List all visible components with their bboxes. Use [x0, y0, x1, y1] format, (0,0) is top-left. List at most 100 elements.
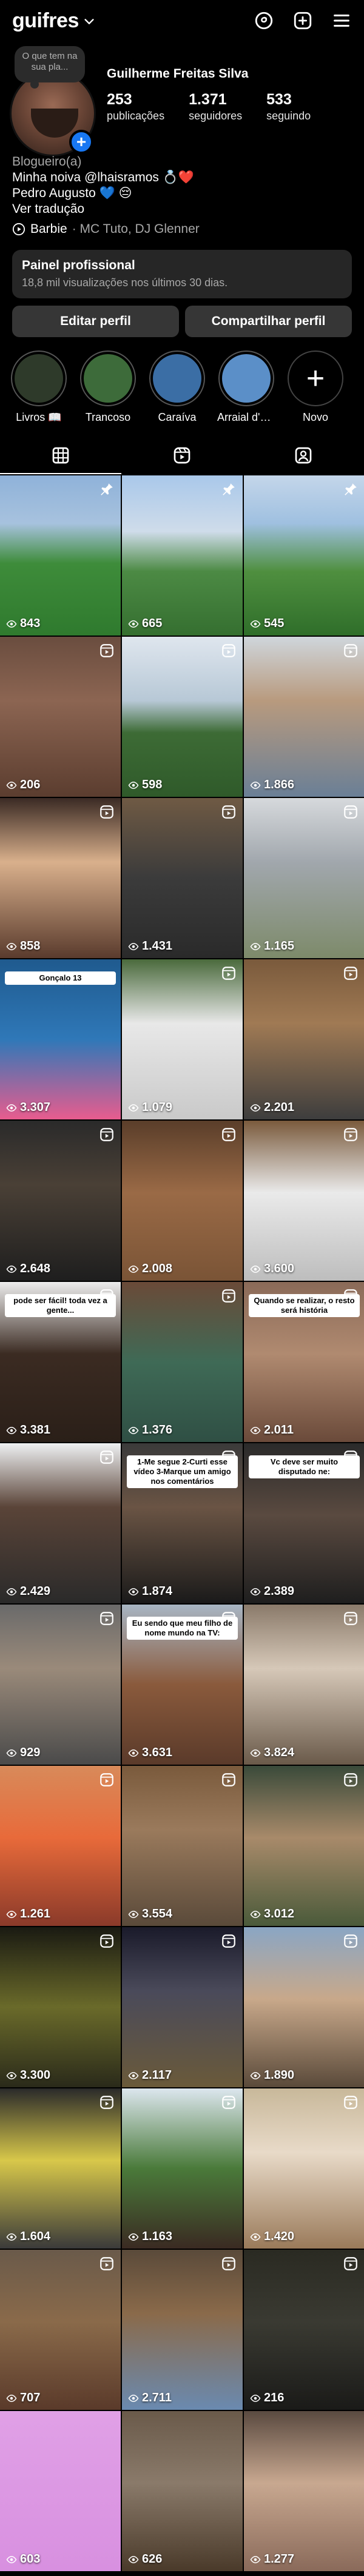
grid-post[interactable]: 3.381 pode ser fácil! toda vez a gente...	[0, 1282, 121, 1442]
share-profile-button[interactable]: Compartilhar perfil	[185, 306, 352, 337]
view-count-value: 1.890	[264, 2068, 295, 2082]
grid-post[interactable]: 2.429	[0, 1443, 121, 1603]
grid-post[interactable]: 707	[0, 2250, 121, 2410]
grid-post[interactable]: 1.866	[244, 637, 364, 797]
view-count-value: 3.307	[20, 1101, 51, 1114]
new-highlight-button[interactable]: + Novo	[286, 351, 345, 435]
eye-icon	[128, 941, 139, 952]
create-icon[interactable]	[292, 10, 313, 31]
view-count-value: 707	[20, 2391, 41, 2404]
account-username[interactable]: guifres	[12, 9, 79, 33]
reel-icon	[221, 804, 237, 820]
grid-post[interactable]: 1.277	[244, 2411, 364, 2571]
highlight-ring	[149, 351, 205, 406]
chevron-down-icon[interactable]	[83, 15, 96, 29]
pinned-icon	[221, 481, 237, 497]
reel-icon	[221, 2256, 237, 2272]
tab-grid[interactable]	[0, 437, 121, 474]
grid-post[interactable]: 598	[122, 637, 243, 797]
view-count: 626	[128, 2552, 162, 2566]
edit-profile-button[interactable]: Editar perfil	[12, 306, 179, 337]
view-count-value: 858	[20, 939, 41, 953]
eye-icon	[128, 1425, 139, 1436]
reel-icon	[99, 1933, 115, 1949]
eye-icon	[128, 619, 139, 629]
grid-post[interactable]: 3.631 Eu sendo que meu filho de nome mund…	[122, 1605, 243, 1765]
grid-post[interactable]: 843	[0, 475, 121, 636]
story-highlight[interactable]: Caraíva	[148, 351, 206, 435]
grid-post[interactable]: 1.261	[0, 1766, 121, 1926]
grid-post[interactable]: 1.079	[122, 959, 243, 1119]
view-count-value: 2.008	[142, 1262, 173, 1275]
grid-post[interactable]: 206	[0, 637, 121, 797]
highlight-ring	[11, 351, 67, 406]
grid-post[interactable]: 1.431	[122, 798, 243, 958]
translate-link[interactable]: Ver tradução	[12, 201, 352, 217]
eye-icon	[250, 1264, 261, 1275]
highlight-cover	[153, 354, 201, 403]
grid-post[interactable]: 545	[244, 475, 364, 636]
eye-icon	[250, 2070, 261, 2081]
grid-post[interactable]: 1.890	[244, 1927, 364, 2087]
grid-post[interactable]: 2.011 Quando se realizar, o resto será hi…	[244, 1282, 364, 1442]
view-count: 1.420	[250, 2230, 294, 2244]
view-count-value: 1.277	[264, 2552, 295, 2566]
grid-post[interactable]: 3.300	[0, 1927, 121, 2087]
reel-icon	[221, 643, 237, 659]
view-count: 1.079	[128, 1101, 172, 1115]
reel-icon	[221, 965, 237, 981]
grid-post[interactable]: 1.165	[244, 798, 364, 958]
grid-post[interactable]: 1.163	[122, 2088, 243, 2249]
stat-followers[interactable]: 1.371 seguidores	[189, 91, 242, 122]
grid-post[interactable]: 2.648	[0, 1121, 121, 1281]
profile-music[interactable]: Barbie · MC Tuto, DJ Glenner	[12, 222, 200, 236]
profile-note[interactable]: O que tem na sua pla...	[15, 46, 85, 89]
professional-dashboard[interactable]: Painel profissional 18,8 mil visualizaçõ…	[12, 250, 352, 298]
tab-tagged[interactable]	[243, 437, 364, 474]
grid-post[interactable]: 2.201	[244, 959, 364, 1119]
grid-post[interactable]: 1.420	[244, 2088, 364, 2249]
grid-post[interactable]: 2.711	[122, 2250, 243, 2410]
story-highlight[interactable]: Livros 📖	[10, 351, 68, 435]
view-count: 3.381	[6, 1423, 50, 1437]
post-overlay-caption: Gonçalo 13	[5, 971, 116, 985]
avatar-wrapper[interactable]: +	[10, 70, 96, 156]
stat-posts[interactable]: 253 publicações	[107, 91, 164, 122]
story-highlight[interactable]: Trancoso	[79, 351, 137, 435]
add-story-icon[interactable]: +	[69, 130, 93, 154]
highlight-label: Caraíva	[158, 411, 197, 423]
grid-post[interactable]: 665	[122, 475, 243, 636]
grid-post[interactable]: 2.008	[122, 1121, 243, 1281]
grid-post[interactable]: 626	[122, 2411, 243, 2571]
view-count: 2.389	[250, 1585, 294, 1598]
grid-post[interactable]: 3.307 Gonçalo 13	[0, 959, 121, 1119]
grid-post[interactable]: 3.824	[244, 1605, 364, 1765]
threads-icon[interactable]	[254, 10, 274, 31]
reel-icon	[221, 1127, 237, 1142]
menu-icon[interactable]	[331, 10, 352, 31]
stat-followers-count: 1.371	[189, 91, 227, 108]
view-count: 3.300	[6, 2068, 50, 2082]
profile-stats: 253 publicações 1.371 seguidores 533 seguin…	[107, 91, 311, 122]
grid-post[interactable]: 1.874 1-Me segue 2-Curti esse vídeo 3-Mar…	[122, 1443, 243, 1603]
grid-post[interactable]: 3.554	[122, 1766, 243, 1926]
grid-post[interactable]: 603	[0, 2411, 121, 2571]
grid-post[interactable]: 1.604	[0, 2088, 121, 2249]
view-count-value: 3.631	[142, 1746, 173, 1759]
eye-icon	[250, 780, 261, 791]
grid-post[interactable]: 2.117	[122, 1927, 243, 2087]
grid-post[interactable]: 1.376	[122, 1282, 243, 1442]
eye-icon	[6, 1909, 17, 1920]
story-highlight[interactable]: Arraial d'Aju...	[217, 351, 275, 435]
grid-post[interactable]: 858	[0, 798, 121, 958]
view-count-value: 1.079	[142, 1101, 173, 1114]
grid-post[interactable]: 929	[0, 1605, 121, 1765]
tab-reels[interactable]	[121, 437, 243, 474]
stat-following[interactable]: 533 seguindo	[266, 91, 311, 122]
grid-post[interactable]: 216	[244, 2250, 364, 2410]
grid-post[interactable]: 3.012	[244, 1766, 364, 1926]
grid-post[interactable]: 2.389 Vc deve ser muito disputado ne:	[244, 1443, 364, 1603]
view-count-value: 626	[142, 2552, 163, 2566]
view-count: 1.604	[6, 2230, 50, 2244]
grid-post[interactable]: 3.600	[244, 1121, 364, 1281]
